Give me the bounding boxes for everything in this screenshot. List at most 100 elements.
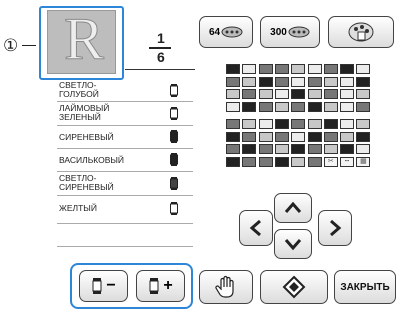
palette-swatch[interactable] — [323, 64, 338, 74]
palette-swatch[interactable] — [258, 89, 273, 99]
palette-swatch[interactable] — [242, 76, 257, 87]
palette-swatch[interactable] — [356, 131, 371, 142]
palette-swatch[interactable] — [274, 64, 289, 74]
palette-swatch[interactable] — [356, 89, 371, 99]
palette-swatch[interactable] — [242, 144, 257, 154]
arrow-right-button[interactable] — [318, 210, 352, 246]
palette-swatch[interactable] — [226, 76, 240, 87]
palette-swatch[interactable] — [356, 64, 371, 74]
spool-icon — [170, 202, 178, 215]
palette-swatch[interactable] — [226, 64, 240, 74]
palette-swatch[interactable] — [323, 119, 338, 129]
close-button[interactable]: ЗАКРЫТЬ — [334, 270, 396, 304]
arrow-up-button[interactable] — [274, 193, 312, 223]
arrow-down-button[interactable] — [274, 229, 312, 259]
arrow-left-button[interactable] — [239, 210, 273, 246]
palette-swatch[interactable] — [307, 144, 322, 154]
palette-swatch[interactable] — [258, 64, 273, 74]
palette-swatch[interactable] — [258, 144, 273, 154]
palette-swatch[interactable] — [226, 144, 240, 154]
list-item[interactable]: ЛАЙМОВЫЙ ЗЕЛЕНЫЙ — [57, 103, 193, 124]
palette-swatch[interactable] — [340, 119, 355, 129]
palette-swatch[interactable] — [226, 89, 240, 99]
list-item[interactable]: ЖЕЛТЫЙ — [57, 197, 193, 217]
palette-swatch[interactable] — [356, 76, 371, 87]
palette-swatch[interactable] — [291, 101, 306, 112]
palette-swatch[interactable] — [258, 119, 273, 129]
palette-swatch[interactable] — [340, 131, 355, 142]
palette-swatch[interactable] — [307, 76, 322, 87]
palette-swatch[interactable] — [274, 144, 289, 154]
list-item[interactable]: СВЕТЛО-ГОЛУБОЙ — [57, 80, 193, 100]
palette-swatch[interactable] — [291, 64, 306, 74]
palette-swatch[interactable] — [274, 131, 289, 142]
palette-swatch[interactable] — [307, 156, 322, 167]
palette-swatch[interactable] — [356, 144, 371, 154]
palette-swatch[interactable] — [274, 101, 289, 112]
palette-swatch[interactable] — [242, 156, 257, 167]
palette-swatch[interactable] — [307, 89, 322, 99]
palette-swatch[interactable] — [291, 119, 306, 129]
spool-plus-button[interactable]: + — [136, 270, 185, 302]
palette-swatch[interactable] — [356, 119, 371, 129]
palette-swatch[interactable] — [307, 131, 322, 142]
palette-swatch[interactable] — [274, 76, 289, 87]
scissors-icon[interactable]: ✂ — [323, 156, 338, 167]
palette-swatch[interactable] — [291, 144, 306, 154]
palette-swatch[interactable] — [340, 76, 355, 87]
list-item[interactable]: ВАСИЛЬКОВЫЙ — [57, 150, 193, 170]
palette-swatch[interactable] — [274, 156, 289, 167]
palette-swatch[interactable] — [307, 101, 322, 112]
palette-swatch[interactable] — [340, 144, 355, 154]
palette-swatch[interactable] — [242, 64, 257, 74]
palette-swatch[interactable] — [291, 89, 306, 99]
palette-swatch[interactable] — [258, 101, 273, 112]
arrow-right-icon — [330, 219, 342, 237]
palette-64-button[interactable]: 64 — [199, 16, 253, 48]
dashed-line-icon[interactable]: ┅ — [340, 156, 355, 167]
palette-swatch[interactable] — [323, 131, 338, 142]
hand-icon — [215, 275, 234, 298]
list-separator — [57, 223, 193, 224]
list-item[interactable]: СИРЕНЕВЫЙ — [57, 127, 193, 147]
palette-swatch[interactable] — [340, 64, 355, 74]
color-counter-total: 6 — [157, 49, 165, 65]
palette-swatch[interactable] — [340, 89, 355, 99]
palette-swatch[interactable] — [291, 131, 306, 142]
palette-swatch[interactable] — [274, 119, 289, 129]
spool-minus-button[interactable]: − — [79, 270, 128, 302]
grid-icon[interactable]: ▦ — [356, 156, 371, 167]
palette-swatch[interactable] — [340, 101, 355, 112]
palette-swatch[interactable] — [226, 101, 240, 112]
palette-swatch[interactable] — [258, 131, 273, 142]
color-name: СИРЕНЕВЫЙ — [59, 132, 114, 142]
palette-300-button[interactable]: 300 — [260, 16, 320, 48]
arrow-up-icon — [284, 201, 302, 213]
thread-palette-button[interactable] — [328, 16, 394, 48]
spool-icon — [170, 107, 178, 120]
palette-swatch[interactable] — [226, 156, 240, 167]
palette-swatch[interactable] — [226, 131, 240, 142]
palette-swatch[interactable] — [291, 156, 306, 167]
palette-swatch[interactable] — [323, 101, 338, 112]
list-separator — [57, 195, 193, 196]
palette-swatch[interactable] — [226, 119, 240, 129]
list-item[interactable]: СВЕТЛО-СИРЕНЕВЫЙ — [57, 173, 193, 194]
palette-swatch[interactable] — [323, 89, 338, 99]
palette-swatch[interactable] — [323, 144, 338, 154]
palette-swatch[interactable] — [242, 131, 257, 142]
palette-swatch[interactable] — [307, 119, 322, 129]
spool-icon — [170, 84, 178, 97]
hand-button[interactable] — [199, 270, 253, 304]
palette-swatch[interactable] — [323, 76, 338, 87]
palette-swatch[interactable] — [242, 119, 257, 129]
palette-swatch[interactable] — [356, 101, 371, 112]
jump-button[interactable] — [260, 270, 328, 304]
palette-swatch[interactable] — [242, 89, 257, 99]
palette-swatch[interactable] — [242, 101, 257, 112]
palette-swatch[interactable] — [291, 76, 306, 87]
palette-swatch[interactable] — [274, 89, 289, 99]
palette-swatch[interactable] — [258, 156, 273, 167]
palette-swatch[interactable] — [307, 64, 322, 74]
palette-swatch[interactable] — [258, 76, 273, 87]
